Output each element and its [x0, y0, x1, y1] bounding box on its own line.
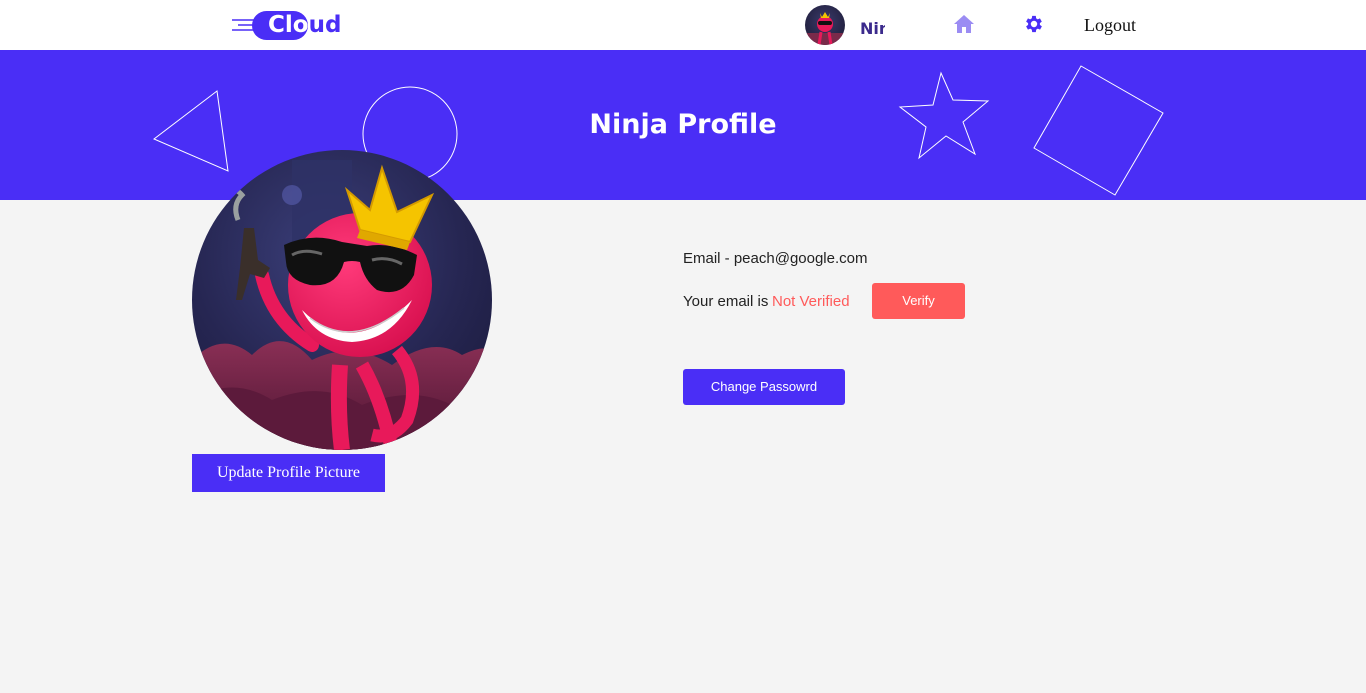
email-row: Email - peach@google.com	[683, 250, 868, 268]
nav-username: Ninja	[860, 19, 885, 38]
gear-icon[interactable]	[1023, 13, 1045, 35]
change-password-button[interactable]: Change Passowrd	[683, 369, 845, 405]
ninja-character-image	[192, 150, 492, 450]
update-profile-picture-button[interactable]: Update Profile Picture	[192, 454, 385, 492]
profile-banner: Ninja Profile	[0, 50, 1366, 200]
verification-status: Not Verified	[772, 293, 850, 310]
email-label: Email -	[683, 250, 734, 267]
profile-picture	[192, 150, 492, 450]
home-icon[interactable]	[953, 14, 975, 34]
logout-link[interactable]: Logout	[1084, 15, 1136, 35]
verify-prefix: Your email is	[683, 293, 769, 310]
top-navbar: Cloud Ninja Logout	[0, 0, 1366, 50]
ninja-avatar-icon	[805, 5, 845, 45]
cloud-logo[interactable]: Cloud	[230, 8, 345, 42]
avatar[interactable]	[805, 5, 845, 45]
page-title: Ninja Profile	[589, 109, 777, 140]
email-value: peach@google.com	[733, 250, 868, 267]
logo-text: Cloud	[268, 12, 342, 38]
verify-button[interactable]: Verify	[872, 283, 965, 319]
